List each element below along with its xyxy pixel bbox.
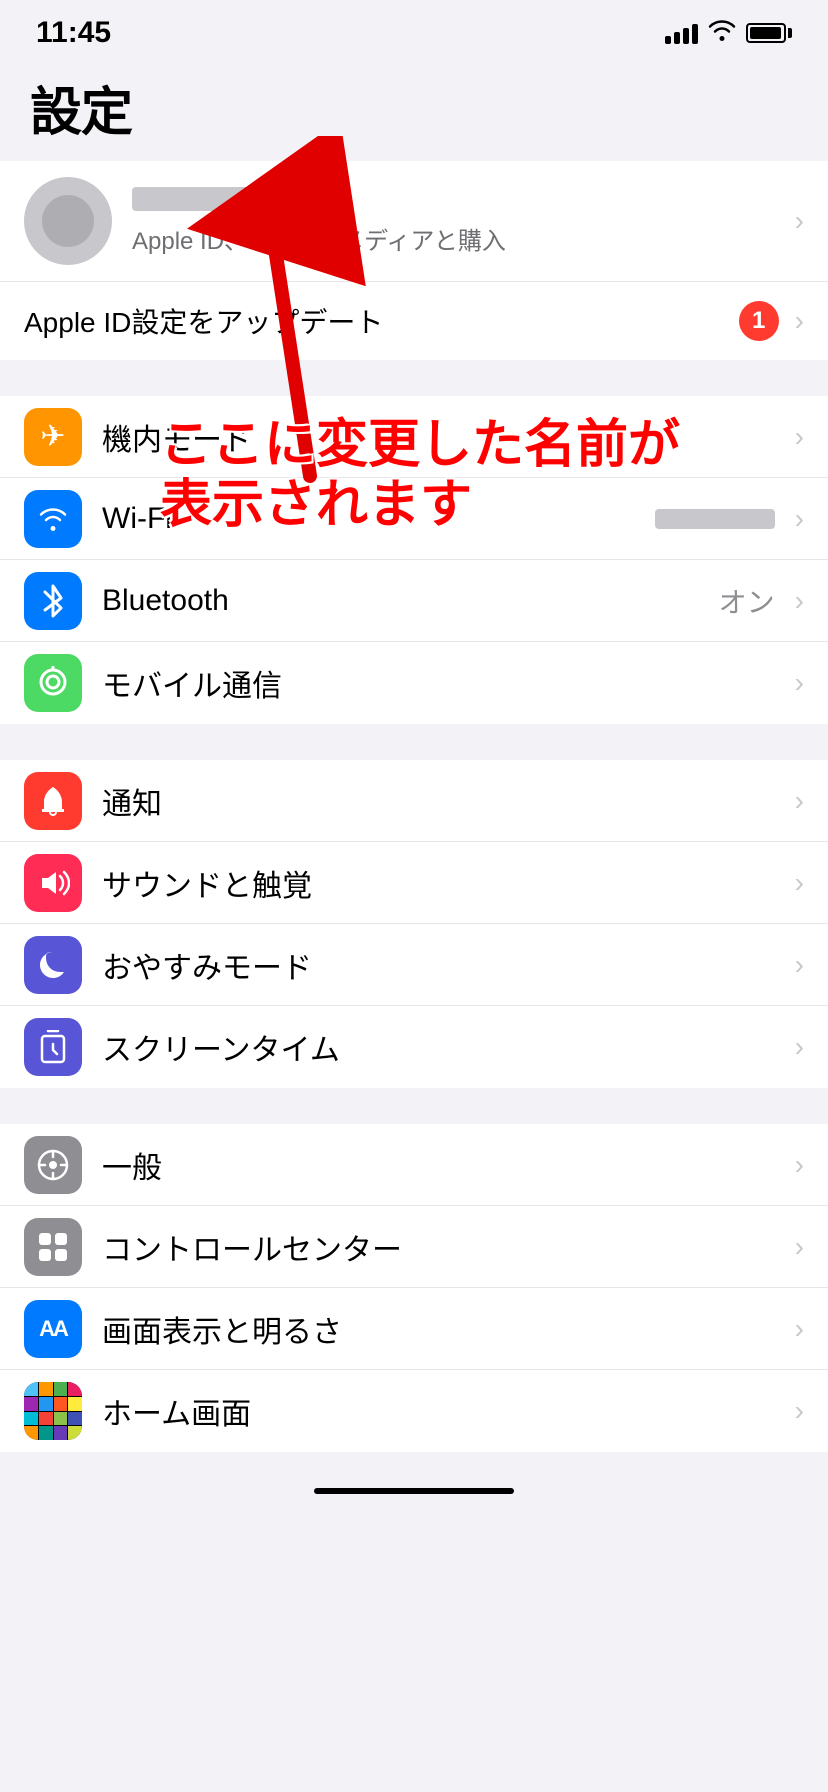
- airplane-icon: ✈: [24, 408, 82, 466]
- apple-id-update-row[interactable]: Apple ID設定をアップデート 1 ›: [0, 282, 828, 360]
- bluetooth-icon: [24, 572, 82, 630]
- bluetooth-label: Bluetooth: [102, 584, 699, 618]
- divider-2: [0, 724, 828, 760]
- airplane-label: 機内モード: [102, 415, 775, 459]
- update-badge: 1: [739, 301, 779, 341]
- connectivity-section: ✈ 機内モード › Wi-Fi ›: [0, 396, 828, 724]
- dnd-icon: [24, 936, 82, 994]
- profile-chevron: ›: [795, 205, 804, 237]
- divider-3: [0, 1088, 828, 1124]
- status-bar: 11:45: [0, 0, 828, 60]
- group1-wrapper: ✈ 機内モード › Wi-Fi ›: [0, 396, 828, 724]
- notifications-chevron: ›: [795, 785, 804, 817]
- notifications-row[interactable]: 通知 ›: [0, 760, 828, 842]
- wifi-row[interactable]: Wi-Fi ›: [0, 478, 828, 560]
- cellular-label: モバイル通信: [102, 661, 775, 705]
- airplane-mode-row[interactable]: ✈ 機内モード ›: [0, 396, 828, 478]
- sound-row[interactable]: サウンドと触覚 ›: [0, 842, 828, 924]
- homescreen-label: ホーム画面: [102, 1389, 775, 1433]
- control-center-label: コントロールセンター: [102, 1225, 775, 1269]
- notifications-label: 通知: [102, 779, 775, 823]
- page-title: 設定: [30, 70, 798, 145]
- update-chevron: ›: [795, 305, 804, 337]
- general-section: 一般 › コントロールセンター › AA 画面表示と明るさ ›: [0, 1124, 828, 1452]
- settings-content: Apple ID、iCloud、メディアと購入 › Apple ID設定をアップ…: [0, 161, 828, 1472]
- profile-info: Apple ID、iCloud、メディアと購入: [132, 187, 775, 256]
- general-chevron: ›: [795, 1149, 804, 1181]
- screentime-row[interactable]: スクリーンタイム ›: [0, 1006, 828, 1088]
- control-center-row[interactable]: コントロールセンター ›: [0, 1206, 828, 1288]
- cellular-icon: [24, 654, 82, 712]
- home-indicator: [0, 1472, 828, 1510]
- dnd-label: おやすみモード: [102, 943, 775, 987]
- status-icons: [665, 19, 792, 47]
- profile-row[interactable]: Apple ID、iCloud、メディアと購入 ›: [0, 161, 828, 282]
- bluetooth-chevron: ›: [795, 585, 804, 617]
- wifi-icon-setting: [24, 490, 82, 548]
- wifi-status-icon: [708, 19, 736, 47]
- general-label: 一般: [102, 1143, 775, 1187]
- bluetooth-row[interactable]: Bluetooth オン ›: [0, 560, 828, 642]
- display-icon: AA: [24, 1300, 82, 1358]
- battery-icon: [746, 23, 792, 43]
- divider-1: [0, 360, 828, 396]
- dnd-chevron: ›: [795, 949, 804, 981]
- display-row[interactable]: AA 画面表示と明るさ ›: [0, 1288, 828, 1370]
- homescreen-row[interactable]: ホーム画面 ›: [0, 1370, 828, 1452]
- screentime-chevron: ›: [795, 1031, 804, 1063]
- sound-icon: [24, 854, 82, 912]
- wifi-value-blur: [655, 509, 775, 529]
- general-row[interactable]: 一般 ›: [0, 1124, 828, 1206]
- profile-section: Apple ID、iCloud、メディアと購入 › Apple ID設定をアップ…: [0, 161, 828, 360]
- display-label: 画面表示と明るさ: [102, 1307, 775, 1351]
- bottom-padding: [0, 1452, 828, 1472]
- screentime-label: スクリーンタイム: [102, 1025, 775, 1069]
- signal-icon: [665, 22, 698, 44]
- cellular-row[interactable]: モバイル通信 ›: [0, 642, 828, 724]
- homescreen-icon: [24, 1382, 82, 1440]
- cellular-chevron: ›: [795, 667, 804, 699]
- page-header: 設定: [0, 60, 828, 161]
- bluetooth-value: オン: [719, 581, 775, 621]
- dnd-row[interactable]: おやすみモード ›: [0, 924, 828, 1006]
- sound-label: サウンドと触覚: [102, 861, 775, 905]
- control-center-chevron: ›: [795, 1231, 804, 1263]
- general-icon: [24, 1136, 82, 1194]
- profile-subtitle: Apple ID、iCloud、メディアと購入: [132, 221, 775, 256]
- home-bar: [314, 1488, 514, 1494]
- notifications-section: 通知 › サウンドと触覚 › おやすみモード: [0, 760, 828, 1088]
- profile-name-blur: [132, 187, 332, 211]
- notifications-icon: [24, 772, 82, 830]
- apple-id-update-label: Apple ID設定をアップデート: [24, 301, 723, 341]
- screentime-icon: [24, 1018, 82, 1076]
- avatar-inner: [42, 195, 94, 247]
- wifi-chevron: ›: [795, 503, 804, 535]
- airplane-chevron: ›: [795, 421, 804, 453]
- avatar: [24, 177, 112, 265]
- control-center-icon: [24, 1218, 82, 1276]
- status-time: 11:45: [36, 16, 111, 50]
- homescreen-chevron: ›: [795, 1395, 804, 1427]
- sound-chevron: ›: [795, 867, 804, 899]
- wifi-label: Wi-Fi: [102, 502, 635, 536]
- display-chevron: ›: [795, 1313, 804, 1345]
